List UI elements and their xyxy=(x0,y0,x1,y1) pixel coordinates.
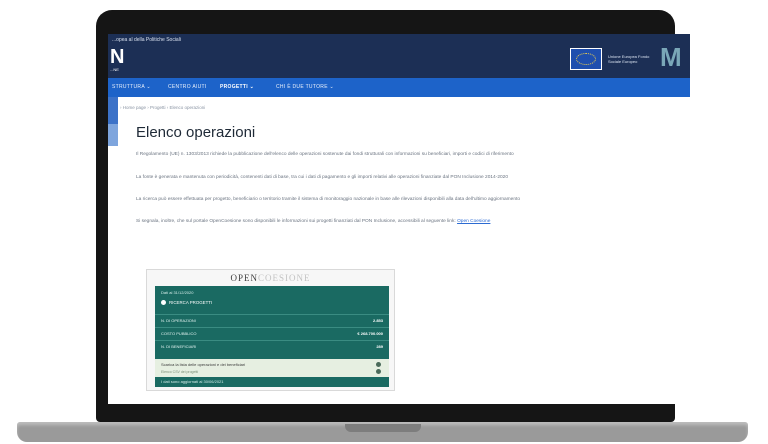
widget-row: N. DI OPERAZIONI 2.853 xyxy=(155,314,389,326)
eu-text: Unione Europea Fondo Sociale Europeo xyxy=(608,54,650,64)
ministry-logo-icon: M xyxy=(660,42,682,72)
nav-item-chi[interactable]: CHI È DUE TUTORE ⌄ xyxy=(276,84,334,90)
widget-title-bold: OPEN xyxy=(230,273,258,283)
paragraph-4: Si segnala, inoltre, che sul portale Ope… xyxy=(136,219,490,224)
row-value: 289 xyxy=(376,344,383,349)
widget-search-label: RICERCA PROGETTI xyxy=(169,300,213,305)
header-top-text: ...opea al della Politiche Sociali xyxy=(112,37,181,43)
opencoesione-widget: OPENCOESIONE Dati al 31/12/2020 RICERCA … xyxy=(146,269,395,391)
widget-body: Dati al 31/12/2020 RICERCA PROGETTI N. D… xyxy=(155,286,389,387)
logo-letter: N xyxy=(110,46,125,68)
widget-date: Dati al 31/12/2020 xyxy=(161,290,194,295)
breadcrumb[interactable]: › Home page › Progetti › Elenco operazio… xyxy=(120,105,205,110)
main-nav: STRUTTURA ⌄ CENTRO AIUTI PROGETTI ⌄ CHI … xyxy=(108,78,690,97)
download-sublabel: Elenco CSV dei progetti xyxy=(161,370,199,374)
opencoesione-link[interactable]: Open Coesione xyxy=(457,219,490,224)
paragraph-2: La fonte è generata e mantenuta con peri… xyxy=(136,175,508,180)
paragraph-4-text: Si segnala, inoltre, che sul portale Ope… xyxy=(136,219,456,224)
laptop-notch xyxy=(345,424,421,432)
side-tab-secondary[interactable] xyxy=(108,124,118,146)
row-value: € 268.700.000 xyxy=(357,331,383,336)
paragraph-3: La ricerca può essere effettuata per pro… xyxy=(136,197,520,202)
widget-download[interactable]: Scarica la lista delle operazioni e dei … xyxy=(155,359,389,377)
paragraph-1: Il Regolamento (UE) n. 1303/2013 richied… xyxy=(136,152,514,157)
nav-item-progetti[interactable]: PROGETTI ⌄ xyxy=(220,84,254,90)
info-icon[interactable] xyxy=(376,369,381,374)
download-icon[interactable] xyxy=(376,362,381,367)
row-label: COSTO PUBBLICO xyxy=(161,331,197,336)
site-header: ...opea al della Politiche Sociali N ...… xyxy=(108,34,690,78)
eu-flag-icon xyxy=(570,48,602,70)
nav-item-struttura[interactable]: STRUTTURA ⌄ xyxy=(112,84,151,90)
page-title: Elenco operazioni xyxy=(136,124,256,141)
download-label: Scarica la lista delle operazioni e dei … xyxy=(161,362,246,367)
widget-title-thin: COESIONE xyxy=(258,273,311,283)
widget-row: COSTO PUBBLICO € 268.700.000 xyxy=(155,327,389,339)
widget-footer: I dati sono aggiornati al 30/06/2021 xyxy=(161,379,224,384)
site-logo[interactable]: N ...NE xyxy=(110,47,124,72)
row-label: N. DI OPERAZIONI xyxy=(161,318,196,323)
widget-row: N. DI BENEFICIARI 289 xyxy=(155,340,389,352)
row-label: N. DI BENEFICIARI xyxy=(161,344,197,349)
nav-item-centro[interactable]: CENTRO AIUTI xyxy=(168,84,207,90)
widget-title: OPENCOESIONE xyxy=(147,273,394,283)
widget-search[interactable]: RICERCA PROGETTI xyxy=(161,300,213,306)
laptop-screen: ...opea al della Politiche Sociali N ...… xyxy=(108,34,690,404)
row-value: 2.853 xyxy=(372,318,383,323)
search-icon xyxy=(161,300,166,306)
